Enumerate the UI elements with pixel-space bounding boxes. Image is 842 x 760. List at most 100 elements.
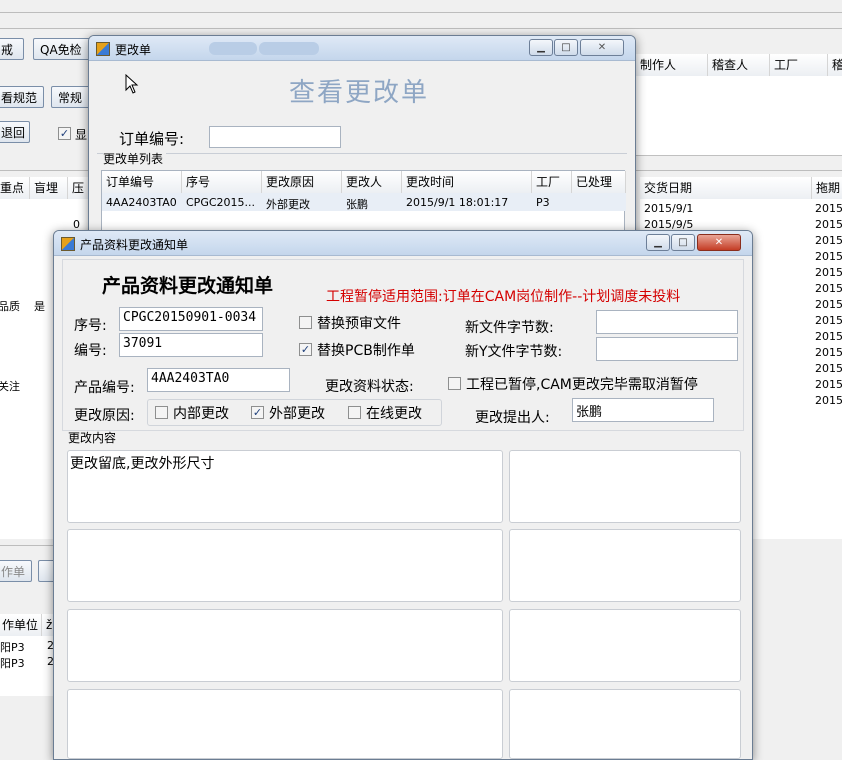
grid-header-blind[interactable]: 盲埋: [30, 177, 68, 199]
product-number-field[interactable]: 4AA2403TA0: [147, 368, 290, 392]
bg-show-checkbox[interactable]: ✓: [58, 127, 71, 140]
content-textarea[interactable]: [509, 529, 741, 602]
bg-delay-cell: 2015/: [815, 314, 842, 327]
content-textarea[interactable]: [509, 609, 741, 682]
new-file-bytes-field[interactable]: [596, 310, 738, 334]
content-textarea[interactable]: [67, 609, 503, 682]
bg-cell: 关注: [0, 380, 20, 393]
qa-exempt-button[interactable]: QA免检: [33, 38, 91, 60]
bg-delay-cell: 2015/: [815, 394, 842, 407]
grid-header-unit[interactable]: 作单位: [0, 614, 42, 636]
replace-pcb-checkbox[interactable]: ✓: [299, 343, 312, 356]
bg-delay-cell: 2015/: [815, 378, 842, 391]
bg-divider: [0, 12, 842, 13]
cell-serial: CPGC2015...: [186, 196, 256, 209]
return-button[interactable]: 退回: [0, 121, 30, 143]
new-y-file-bytes-field[interactable]: [596, 337, 738, 361]
grid-header-maker[interactable]: 制作人: [636, 54, 708, 76]
new-y-file-bytes-label: 新Y文件字节数:: [465, 344, 563, 360]
bg-delay-cell: 2015/: [815, 266, 842, 279]
notice-heading: 产品资料更改通知单: [102, 275, 274, 297]
change-list-window: 更改单 ▁ □ ✕ 查看更改单 订单编号: 更改单列表 订单编号 序号 更改原因…: [88, 35, 636, 245]
replace-pre-review-checkbox[interactable]: [299, 316, 312, 329]
grid-header-auditor[interactable]: 稽查人: [708, 54, 770, 76]
serial-label: 序号:: [74, 318, 107, 334]
bg-delay-cell: 2015/: [815, 250, 842, 263]
column-header-reason[interactable]: 更改原因: [262, 171, 342, 193]
content-textarea[interactable]: [67, 689, 503, 759]
proposer-field[interactable]: 张鹏: [572, 398, 714, 422]
column-header-changer[interactable]: 更改人: [342, 171, 402, 193]
maximize-button[interactable]: □: [554, 39, 578, 56]
table-row[interactable]: 4AA2403TA0 CPGC2015... 外部更改 张鹏 2015/9/1 …: [102, 193, 626, 211]
grid-header-delivery-date[interactable]: 交货日期: [640, 177, 812, 199]
change-list-group-label: 更改单列表: [103, 150, 167, 167]
reason-internal-checkbox[interactable]: [155, 406, 168, 419]
bg-delay-cell: 2015/: [815, 202, 842, 215]
cell-reason: 外部更改: [266, 198, 310, 211]
cell-order: 4AA2403TA0: [106, 196, 177, 209]
content-textarea[interactable]: [509, 689, 741, 759]
column-header-order[interactable]: 订单编号: [102, 171, 182, 193]
close-button[interactable]: ✕: [580, 39, 624, 56]
change-content-text: 更改留底,更改外形尺寸: [70, 456, 215, 472]
group-divider: [97, 153, 627, 154]
reason-internal-label: 内部更改: [173, 406, 229, 422]
grid-header-factory[interactable]: 工厂: [770, 54, 828, 76]
column-header-time[interactable]: 更改时间: [402, 171, 532, 193]
window-title: 更改单: [115, 43, 152, 57]
change-status-label: 更改资料状态:: [325, 379, 414, 395]
title-blur: [209, 42, 257, 55]
app-window-icon: [61, 237, 75, 251]
column-header-factory[interactable]: 工厂: [532, 171, 572, 193]
project-paused-checkbox[interactable]: [448, 377, 461, 390]
bg-cell: 是: [34, 300, 45, 313]
bg-grid-area: [636, 76, 842, 156]
new-file-bytes-label: 新文件字节数:: [465, 320, 554, 336]
serial-field[interactable]: CPGC20150901-0034: [119, 307, 263, 331]
bg-date-cell: 2015/9/1: [644, 202, 694, 215]
grid-header-key[interactable]: 重点: [0, 177, 30, 199]
number-label: 编号:: [74, 343, 107, 359]
maximize-button[interactable]: □: [671, 234, 695, 251]
bg-make-button[interactable]: 作单: [0, 560, 32, 582]
reason-online-checkbox[interactable]: [348, 406, 361, 419]
replace-pre-review-label: 替换预审文件: [317, 316, 401, 332]
bg-show-label: 显: [75, 128, 88, 142]
bg-cell: 阳P3: [0, 657, 25, 670]
change-content-textarea[interactable]: 更改留底,更改外形尺寸: [67, 450, 503, 523]
project-paused-label: 工程已暂停,CAM更改完毕需取消暂停: [466, 377, 698, 393]
grid-header-delay[interactable]: 拖期: [812, 177, 842, 199]
order-number-label: 订单编号:: [119, 130, 185, 148]
bg-delay-cell: 2015/: [815, 298, 842, 311]
reason-online-label: 在线更改: [366, 406, 422, 422]
bg-cell: 阳P3: [0, 641, 25, 654]
bg-delay-cell: 2015/: [815, 330, 842, 343]
column-header-serial[interactable]: 序号: [182, 171, 262, 193]
view-spec-button[interactable]: 看规范: [0, 86, 44, 108]
number-field[interactable]: 37091: [119, 333, 263, 357]
content-textarea[interactable]: [509, 450, 741, 523]
content-textarea[interactable]: [67, 529, 503, 602]
cell-factory: P3: [536, 196, 550, 209]
bg-divider: [0, 28, 842, 29]
change-notice-titlebar[interactable]: 产品资料更改通知单 ▁ □ ✕: [54, 231, 752, 256]
change-list-heading: 查看更改单: [289, 78, 430, 108]
change-reason-label: 更改原因:: [74, 408, 135, 424]
order-number-input[interactable]: [209, 126, 341, 148]
window-title: 产品资料更改通知单: [80, 238, 189, 252]
app-window-icon: [96, 42, 110, 56]
cursor-icon: [125, 73, 139, 100]
close-button[interactable]: ✕: [697, 234, 741, 251]
cell-changer: 张鹏: [346, 198, 368, 211]
bg-delay-cell: 2015/: [815, 218, 842, 231]
change-list-titlebar[interactable]: 更改单 ▁ □ ✕: [89, 36, 635, 61]
reason-external-checkbox[interactable]: ✓: [251, 406, 264, 419]
bg-delay-cell: 2015/: [815, 346, 842, 359]
minimize-button[interactable]: ▁: [529, 39, 553, 56]
bg-button[interactable]: 戒: [0, 38, 24, 60]
bg-delay-cell: 2015/: [815, 234, 842, 247]
minimize-button[interactable]: ▁: [646, 234, 670, 251]
column-header-processed[interactable]: 已处理: [572, 171, 626, 193]
grid-header-more[interactable]: 稽: [828, 54, 842, 76]
